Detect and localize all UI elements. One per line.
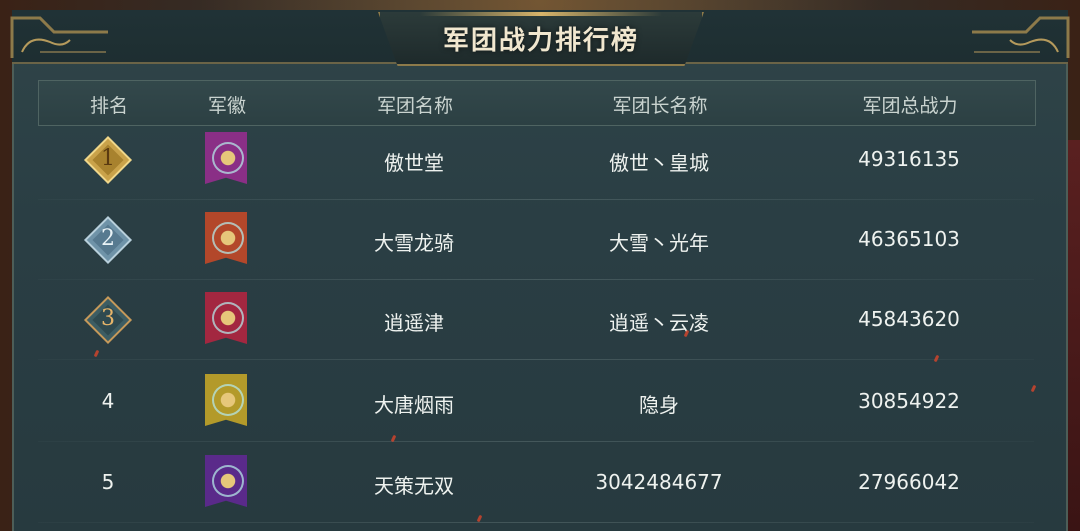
legion-power: 27966042 [858, 470, 960, 494]
legion-emblem-icon [205, 374, 247, 426]
corner-ornament-right-icon [972, 16, 1070, 58]
rank-number: 2 [101, 226, 115, 251]
leader-name: 隐身 [639, 393, 679, 417]
legion-name: 大唐烟雨 [374, 393, 454, 417]
rank-gold-badge-icon: 1 [82, 134, 134, 186]
legion-emblem-icon [205, 212, 247, 264]
header-emblem: 军徽 [207, 95, 247, 117]
legion-power: 30854922 [858, 389, 960, 413]
legion-name: 天策无双 [374, 474, 454, 498]
leader-name: 逍遥丶云凌 [609, 311, 709, 335]
legion-name: 傲世堂 [384, 151, 444, 175]
header-power: 军团总战力 [862, 95, 958, 117]
leader-name: 傲世丶皇城 [609, 151, 709, 175]
legion-power: 46365103 [858, 227, 960, 251]
legion-power: 49316135 [858, 147, 960, 171]
header-name: 军团名称 [376, 95, 454, 117]
table-row[interactable]: 4 大唐烟雨 隐身 30854922 [38, 362, 1034, 442]
table-row[interactable]: 1 傲世堂 傲世丶皇城 49316135 [38, 120, 1034, 200]
table-row[interactable]: 2 大雪龙骑 大雪丶光年 46365103 [38, 200, 1034, 280]
leader-name: 大雪丶光年 [609, 231, 709, 255]
legion-name: 逍遥津 [384, 311, 444, 335]
legion-emblem-icon [205, 455, 247, 507]
leader-name: 3042484677 [595, 470, 723, 494]
rank-silver-badge-icon: 2 [82, 214, 134, 266]
rank-number: 1 [101, 146, 115, 171]
header-rank: 排名 [89, 95, 129, 117]
rank-bronze-badge-icon: 3 [82, 294, 134, 346]
header-leader: 军团长名称 [612, 95, 708, 117]
rank-number: 5 [101, 470, 115, 494]
legion-name: 大雪龙骑 [374, 231, 454, 255]
rank-number: 4 [101, 389, 115, 413]
table-row[interactable]: 5 天策无双 3042484677 27966042 [38, 443, 1034, 523]
legion-emblem-icon [205, 292, 247, 344]
page-title: 军团战力排行榜 [442, 25, 639, 56]
legion-power: 45843620 [858, 307, 960, 331]
corner-ornament-left-icon [10, 16, 108, 58]
table-row[interactable]: 3 逍遥津 逍遥丶云凌 45843620 [38, 280, 1034, 360]
rank-number: 3 [101, 306, 115, 331]
legion-emblem-icon [205, 132, 247, 184]
title-plate: 军团战力排行榜 [378, 12, 704, 66]
